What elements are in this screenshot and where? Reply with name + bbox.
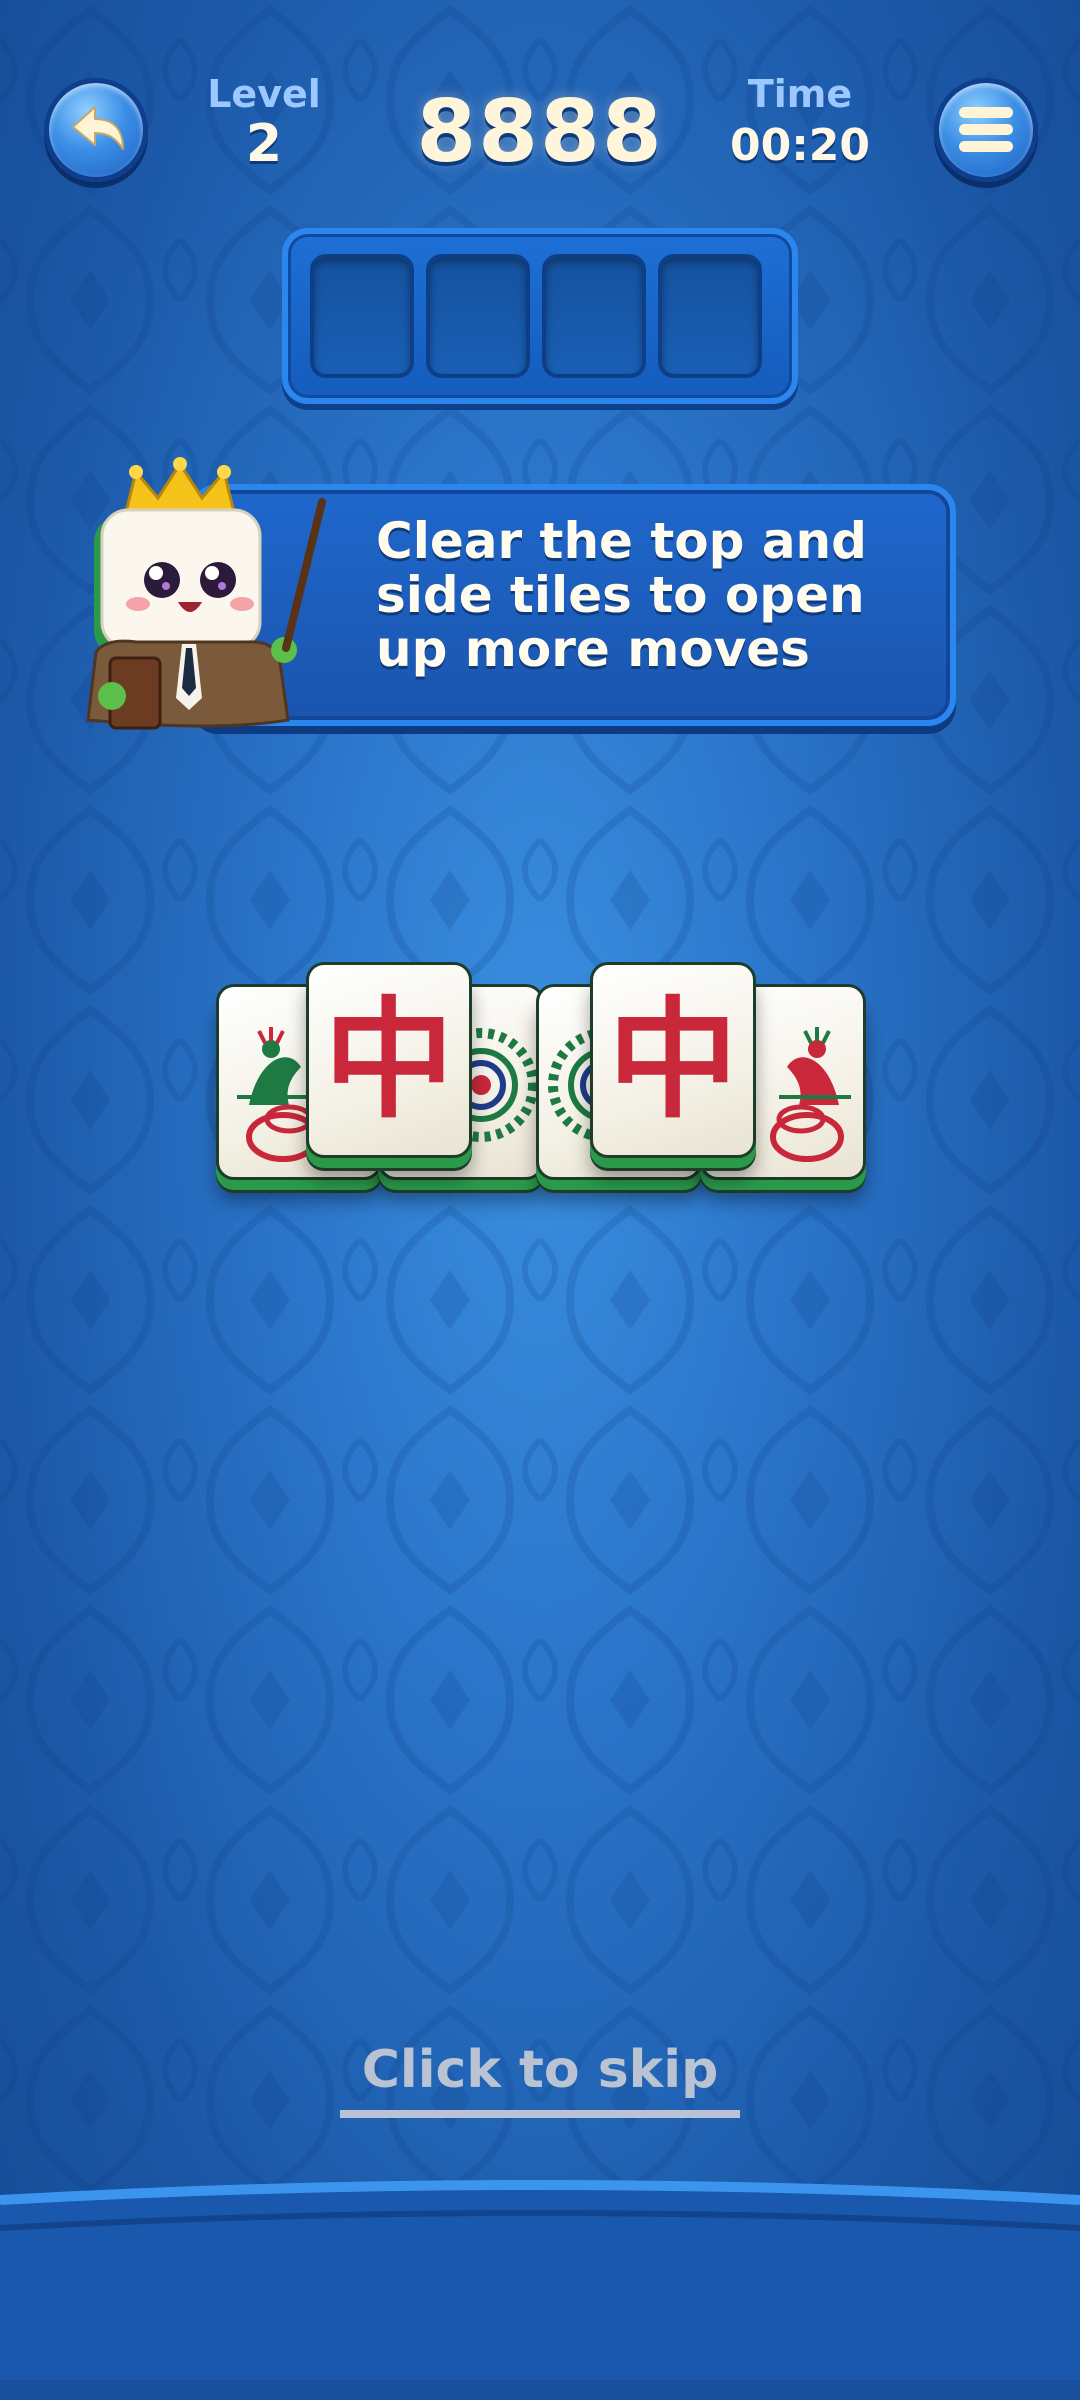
red-dragon-glyph: 中 bbox=[323, 983, 454, 1136]
skip-tutorial-link[interactable]: Click to skip bbox=[340, 2040, 740, 2118]
time-label: Time bbox=[747, 72, 853, 116]
tray-slot bbox=[426, 254, 530, 378]
bottom-panel bbox=[0, 2180, 1080, 2400]
tray-slot bbox=[658, 254, 762, 378]
time-value: 00:20 bbox=[729, 120, 871, 171]
score-display: 8888 bbox=[416, 82, 664, 182]
mascot-character bbox=[86, 457, 326, 730]
mahjong-tile-red-dragon[interactable]: 中 bbox=[306, 962, 472, 1158]
tray-slot bbox=[542, 254, 646, 378]
level-label: Level bbox=[207, 72, 321, 116]
tray-slot bbox=[310, 254, 414, 378]
mahjong-tile-red-dragon[interactable]: 中 bbox=[590, 962, 756, 1158]
level-value: 2 bbox=[245, 114, 283, 174]
hamburger-menu-icon bbox=[959, 107, 1013, 152]
menu-button[interactable] bbox=[934, 78, 1038, 182]
back-arrow-icon bbox=[72, 106, 124, 150]
red-dragon-glyph: 中 bbox=[607, 983, 738, 1136]
back-button[interactable] bbox=[44, 78, 148, 182]
game-screen: Level 2 8888 Time 00:20 Clear the top an… bbox=[0, 0, 1080, 2400]
tile-slot-tray bbox=[282, 228, 798, 404]
tutorial-message: Clear the top and side tiles to open up … bbox=[376, 512, 867, 678]
